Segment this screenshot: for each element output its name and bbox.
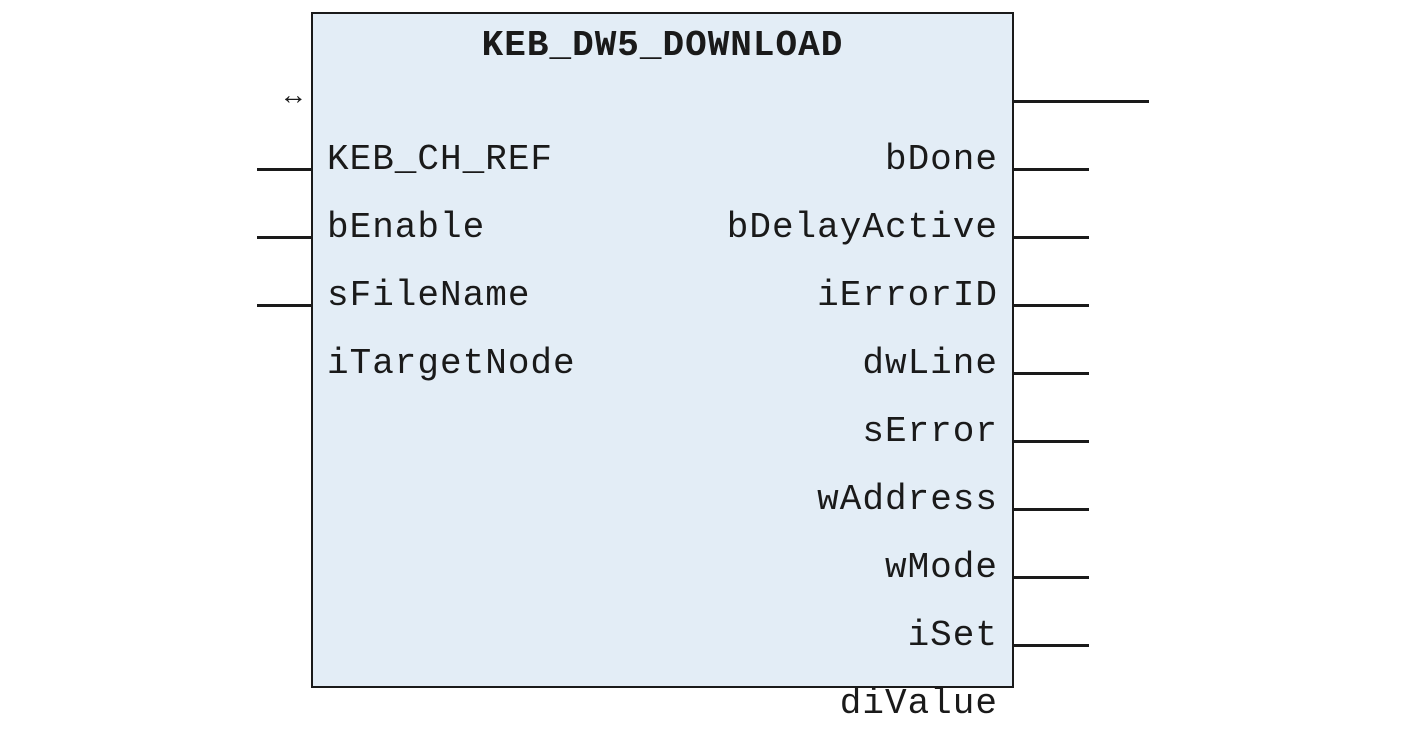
output-wire (1014, 372, 1089, 375)
input-port-label: KEB_CH_REF (327, 142, 553, 178)
output-port: iErrorID (817, 264, 1012, 328)
output-wire (1014, 100, 1149, 103)
output-port: bDone (885, 128, 1012, 192)
output-port: diValue (840, 672, 1012, 736)
output-port: dwLine (862, 332, 1012, 396)
output-port-label: wMode (885, 550, 998, 586)
output-port: wMode (885, 536, 1012, 600)
input-port: sFileName (313, 264, 530, 328)
output-wire (1014, 236, 1089, 239)
output-port-label: bDelayActive (727, 210, 998, 246)
input-port: bEnable (313, 196, 485, 260)
output-port-label: bDone (885, 142, 998, 178)
output-port: iSet (908, 604, 1012, 668)
output-port-label: dwLine (862, 346, 998, 382)
output-port-label: iSet (908, 618, 998, 654)
output-port-label: iErrorID (817, 278, 998, 314)
input-port-label: sFileName (327, 278, 530, 314)
output-wire (1014, 644, 1089, 647)
input-wire (257, 304, 311, 307)
output-wire (1014, 576, 1089, 579)
bidirectional-arrow-icon: ↔ (285, 84, 302, 112)
input-port: iTargetNode (313, 332, 576, 396)
input-port: KEB_CH_REF (313, 128, 553, 192)
output-port: wAddress (817, 468, 1012, 532)
output-wire (1014, 508, 1089, 511)
output-port-label: sError (862, 414, 998, 450)
input-wire (257, 168, 311, 171)
output-port-label: diValue (840, 686, 998, 722)
output-port-label: wAddress (817, 482, 998, 518)
input-port-label: bEnable (327, 210, 485, 246)
input-port-label: iTargetNode (327, 346, 576, 382)
function-block-title: KEB_DW5_DOWNLOAD (313, 14, 1012, 70)
output-port: sError (862, 400, 1012, 464)
output-wire (1014, 168, 1089, 171)
output-wire (1014, 440, 1089, 443)
input-wire (257, 236, 311, 239)
diagram-canvas: KEB_DW5_DOWNLOAD KEB_CH_REF bEnable sFil… (0, 0, 1401, 700)
output-port: bDelayActive (727, 196, 1012, 260)
output-wire (1014, 304, 1089, 307)
function-block: KEB_DW5_DOWNLOAD KEB_CH_REF bEnable sFil… (311, 12, 1014, 688)
